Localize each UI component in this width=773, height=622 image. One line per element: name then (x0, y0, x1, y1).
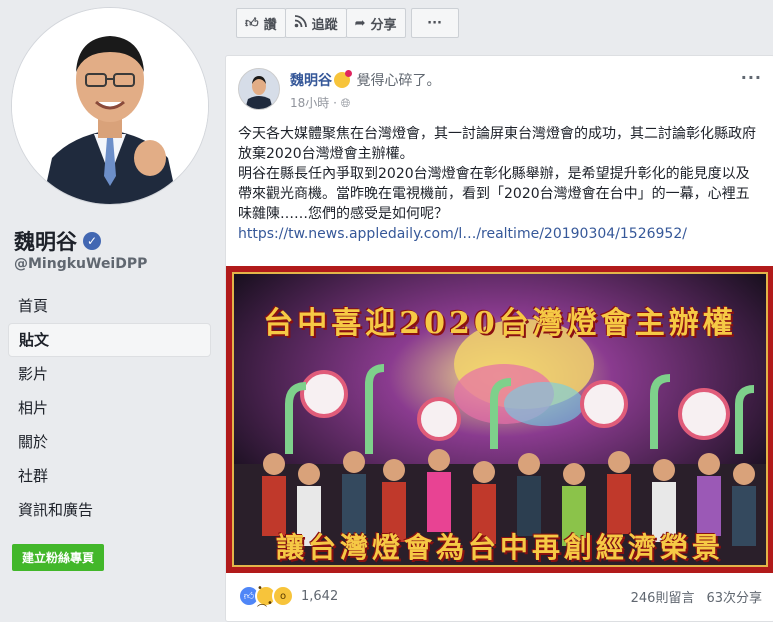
comments-count[interactable]: 246則留言 (631, 587, 695, 606)
share-page-button[interactable]: ➦ 分享 (345, 8, 406, 38)
lantern-festival-image: 台中喜迎2020台灣燈會主辦權 讓台灣燈會為台中再創經濟榮景 (232, 272, 768, 567)
page-name[interactable]: 魏明谷 ✓ (14, 226, 101, 256)
post-paragraph-1: 今天各大媒體聚焦在台灣燈會，其一討論屏東台灣燈會的成功，其二討論彰化縣政府放棄2… (238, 126, 756, 162)
post-link[interactable]: https://tw.news.appledaily.com/l…/realti… (238, 226, 687, 242)
post-stats: 246則留言 63次分享 (631, 587, 762, 606)
left-sidebar: 魏明谷 ✓ @MingkuWeiDPP 首頁 貼文 影片 相片 關於 社群 資訊… (0, 0, 222, 620)
post-timestamp: 18小時 · 🌐︎ (290, 94, 350, 111)
post-footer: 👍︎ •︵• o 1,642 246則留言 63次分享 (238, 583, 762, 609)
create-page-button[interactable]: 建立粉絲專頁 (12, 544, 105, 571)
nav-item-photos[interactable]: 相片 (8, 391, 211, 425)
post-card: 魏明谷 覺得心碎了。 18小時 · 🌐︎ ··· 今天各大媒體聚焦在台灣燈會，其… (225, 55, 773, 622)
follow-button[interactable]: 追蹤 (284, 8, 347, 38)
profile-picture[interactable] (12, 8, 208, 204)
nav-item-about[interactable]: 關於 (8, 425, 211, 459)
nav-item-posts[interactable]: 貼文 (8, 323, 211, 357)
more-options-button[interactable]: ··· (410, 8, 459, 38)
rss-icon (294, 14, 307, 32)
post-body: 今天各大媒體聚焦在台灣燈會，其一討論屏東台灣燈會的成功，其二討論彰化縣政府放棄2… (238, 124, 760, 244)
post-header: 魏明谷 覺得心碎了。 (290, 70, 440, 90)
separator-dot: · (333, 96, 341, 110)
post-feeling: 覺得心碎了。 (356, 73, 441, 89)
nav-item-home[interactable]: 首頁 (8, 289, 211, 323)
follow-label: 追蹤 (311, 17, 338, 33)
globe-icon: 🌐︎ (340, 96, 351, 110)
shares-count[interactable]: 63次分享 (706, 587, 762, 606)
like-label: 讚 (263, 17, 277, 33)
page-name-text: 魏明谷 (14, 230, 77, 254)
post-time-text[interactable]: 18小時 (290, 96, 329, 110)
post-paragraph-2: 明谷在縣長任內爭取到2020台灣燈會在彰化縣舉辦，是希望提升彰化的能見度以及帶來… (238, 166, 750, 222)
image-top-banner: 台中喜迎2020台灣燈會主辦權 (263, 306, 737, 341)
heartbroken-emoji-icon (334, 70, 352, 88)
image-bottom-banner: 讓台灣燈會為台中再創經濟榮景 (275, 531, 724, 564)
page-action-bar: 👍︎ 讚 追蹤 ➦ 分享 ··· (236, 8, 459, 40)
page-handle[interactable]: @MingkuWeiDPP (14, 256, 147, 272)
like-page-button[interactable]: 👍︎ 讚 (236, 8, 286, 38)
thumbs-up-icon: 👍︎ (245, 15, 259, 31)
share-label: 分享 (370, 17, 397, 33)
verified-badge-icon: ✓ (83, 232, 101, 250)
reaction-icons[interactable]: 👍︎ •︵• o (238, 583, 294, 609)
post-author-name[interactable]: 魏明谷 (290, 73, 332, 89)
post-author-avatar[interactable] (238, 68, 280, 110)
nav-item-info-and-ads[interactable]: 資訊和廣告 (8, 493, 211, 527)
nav-item-videos[interactable]: 影片 (8, 357, 211, 391)
post-options-icon[interactable]: ··· (741, 68, 762, 87)
share-arrow-icon: ➦ (354, 15, 366, 31)
nav-item-community[interactable]: 社群 (8, 459, 211, 493)
page-nav: 首頁 貼文 影片 相片 關於 社群 資訊和廣告 (8, 289, 211, 527)
post-photo[interactable]: 台中喜迎2020台灣燈會主辦權 讓台灣燈會為台中再創經濟榮景 (226, 266, 773, 573)
wow-reaction-icon: o (272, 585, 294, 607)
reactions-count[interactable]: 1,642 (301, 589, 338, 604)
